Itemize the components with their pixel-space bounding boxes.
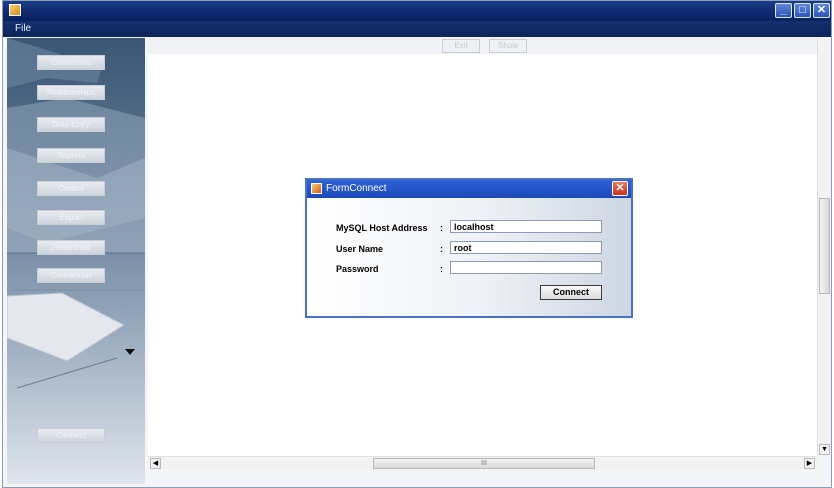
sidebar-decoration <box>7 38 145 389</box>
minimize-button[interactable]: _ <box>775 3 792 18</box>
username-colon: : <box>440 244 443 254</box>
sidebar-button-dashboard[interactable]: Dashboard <box>37 55 105 70</box>
exit-button[interactable]: Exit <box>442 39 480 53</box>
vertical-scroll-thumb[interactable] <box>819 198 830 294</box>
connect-dialog: FormConnect ✕ MySQL Host Address : User … <box>305 178 633 318</box>
close-button[interactable]: ✕ <box>813 3 830 18</box>
host-address-input[interactable] <box>450 220 602 233</box>
sidebar-button-export[interactable]: Export <box>37 210 105 225</box>
sidebar-button-predefined[interactable]: Predefined <box>37 240 105 255</box>
show-button[interactable]: Show <box>489 39 527 53</box>
menu-file[interactable]: File <box>15 23 31 34</box>
dialog-title-bar: FormConnect ✕ <box>307 180 631 198</box>
sidebar-button-control[interactable]: Control <box>37 181 105 196</box>
maximize-button[interactable]: □ <box>794 3 811 18</box>
scroll-down-arrow-icon[interactable]: ▼ <box>819 444 830 455</box>
vertical-scrollbar[interactable]: ▼ <box>817 38 830 456</box>
password-input[interactable] <box>450 261 602 274</box>
dialog-app-icon <box>311 183 322 194</box>
sidebar-button-data-entry[interactable]: Data Entry <box>37 117 105 132</box>
host-colon: : <box>440 223 443 233</box>
app-icon <box>9 4 21 16</box>
connect-button[interactable]: Connect <box>540 285 602 300</box>
dropdown-arrow-icon[interactable] <box>125 349 135 355</box>
sidebar-button-relationships[interactable]: Relationships <box>37 85 105 100</box>
username-input[interactable] <box>450 241 602 254</box>
username-label: User Name <box>336 244 384 254</box>
password-label: Password <box>336 264 379 274</box>
dialog-close-button[interactable]: ✕ <box>612 181 628 196</box>
horizontal-scrollbar[interactable]: ◀ III ▶ <box>148 456 817 469</box>
password-colon: : <box>440 264 443 274</box>
menu-bar: File <box>3 21 831 37</box>
title-bar: _ □ ✕ <box>3 1 831 21</box>
sidebar: Dashboard Relationships Data Entry Repor… <box>7 38 145 484</box>
sidebar-button-conversion[interactable]: Conversion <box>37 268 105 283</box>
sidebar-button-reports[interactable]: Reports <box>37 148 105 163</box>
dialog-title: FormConnect <box>326 183 387 194</box>
scroll-right-arrow-icon[interactable]: ▶ <box>804 458 815 469</box>
sidebar-button-connect[interactable]: Connect <box>37 428 105 443</box>
toolbar: Exit Show <box>148 38 817 54</box>
scroll-left-arrow-icon[interactable]: ◀ <box>150 458 161 469</box>
horizontal-scroll-thumb[interactable]: III <box>373 458 595 469</box>
host-label: MySQL Host Address <box>336 223 428 233</box>
